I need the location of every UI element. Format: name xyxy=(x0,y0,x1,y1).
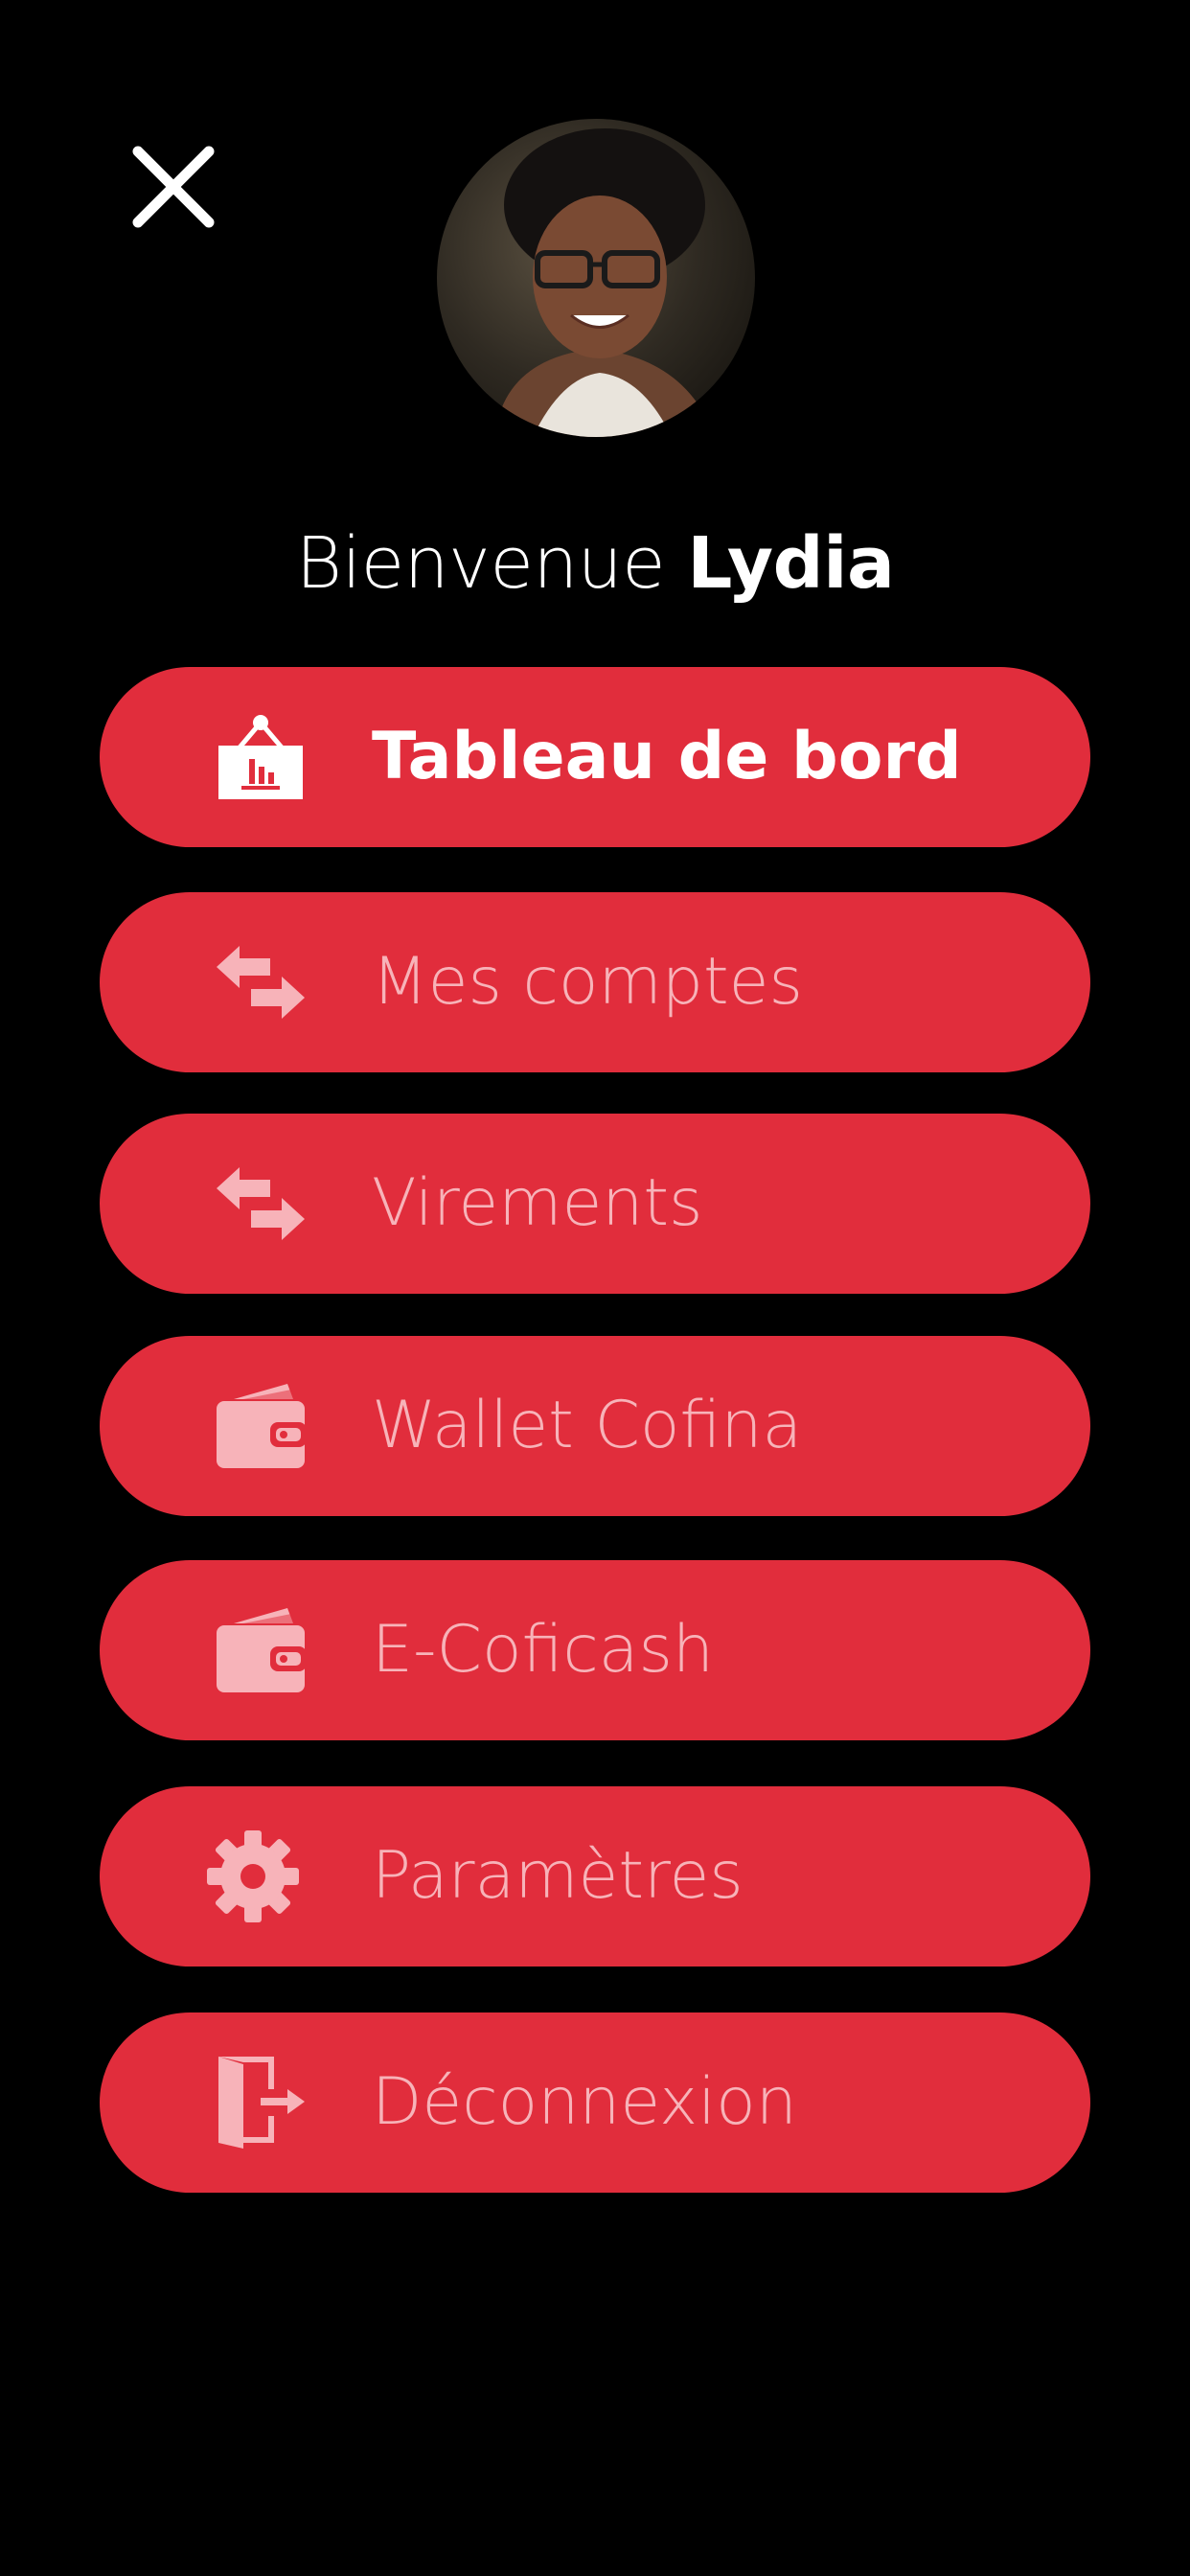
menu-item-mes-comptes[interactable]: Mes comptes xyxy=(100,892,1090,1072)
wallet-icon xyxy=(217,1384,307,1468)
gear-icon xyxy=(207,1830,299,1922)
welcome-text: Bienvenue Lydia xyxy=(0,516,1190,611)
menu-item-label: Paramètres xyxy=(372,1838,744,1914)
menu-item-parametres[interactable]: Paramètres xyxy=(100,1786,1090,1966)
transfer-arrows-icon xyxy=(217,946,305,1019)
menu-item-label: Déconnexion xyxy=(372,2064,797,2140)
menu-item-tableau-de-bord[interactable]: Tableau de bord xyxy=(100,667,1090,847)
dashboard-icon xyxy=(218,715,303,799)
menu-item-label: Mes comptes xyxy=(372,944,803,1020)
menu-item-label: Tableau de bord xyxy=(372,719,962,794)
menu-item-label: Wallet Cofina xyxy=(372,1388,803,1463)
menu-item-e-coficash[interactable]: E-Coficash xyxy=(100,1560,1090,1740)
close-icon xyxy=(132,146,215,228)
transfer-arrows-icon xyxy=(217,1167,305,1240)
welcome-user-name: Lydia xyxy=(687,522,895,605)
menu-item-label: Virements xyxy=(372,1165,703,1241)
wallet-icon xyxy=(217,1608,307,1692)
logout-door-icon xyxy=(218,2057,305,2149)
menu-item-deconnexion[interactable]: Déconnexion xyxy=(100,2012,1090,2193)
welcome-greeting: Bienvenue xyxy=(295,522,666,605)
menu-item-label: E-Coficash xyxy=(372,1612,714,1688)
menu-item-virements[interactable]: Virements xyxy=(100,1114,1090,1294)
avatar xyxy=(437,119,755,437)
menu-item-wallet-cofina[interactable]: Wallet Cofina xyxy=(100,1336,1090,1516)
close-button[interactable] xyxy=(130,144,217,230)
